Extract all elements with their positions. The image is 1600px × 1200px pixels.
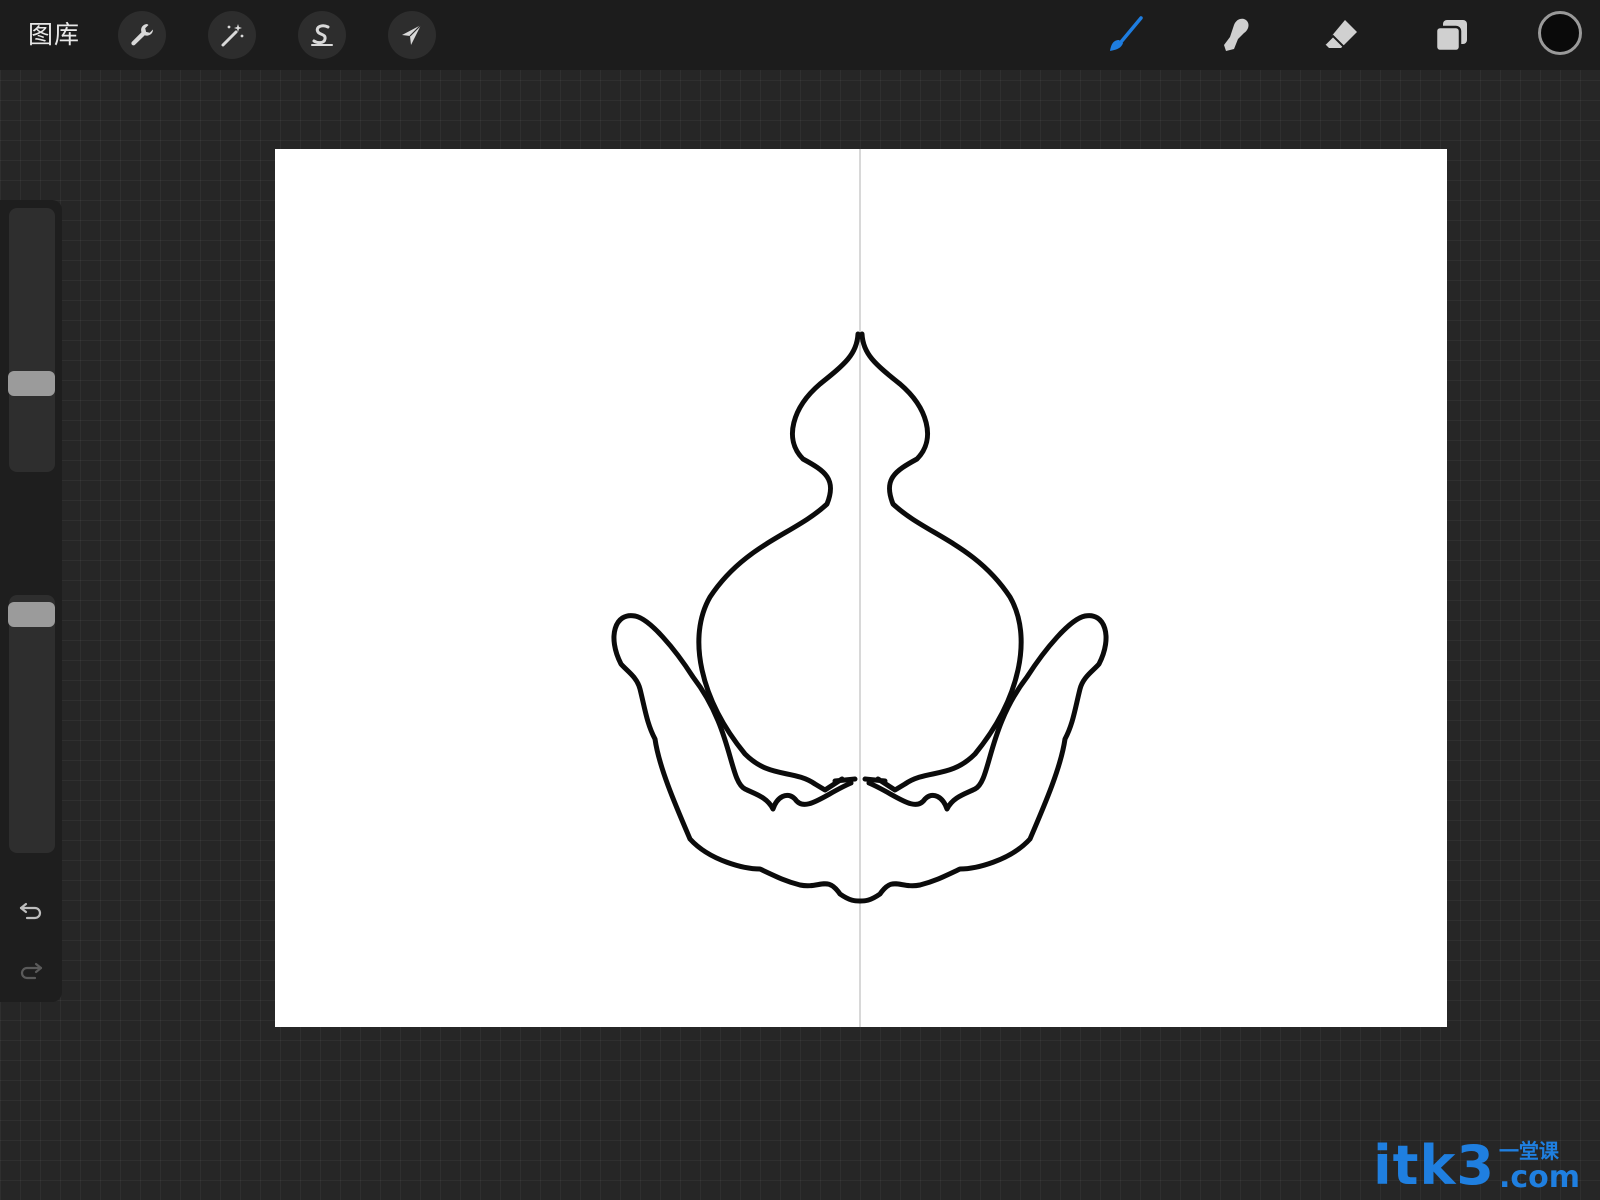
eraser-tool-button[interactable] [1318,12,1364,58]
top-toolbar: 图库 [0,0,1600,70]
selection-button[interactable] [298,11,346,59]
brush-size-slider-thumb[interactable] [8,370,55,396]
opacity-slider[interactable] [9,595,55,853]
opacity-slider-thumb[interactable] [8,601,55,627]
watermark-main-text: itk3 [1373,1134,1495,1197]
wrench-icon [131,24,154,46]
actions-button[interactable] [118,11,166,59]
brush-size-slider[interactable] [9,208,55,472]
adjustments-button[interactable] [208,11,256,59]
layers-button[interactable] [1428,12,1474,58]
selection-s-icon [311,24,333,46]
undo-button[interactable] [14,892,48,926]
color-picker-swatch[interactable] [1538,11,1582,55]
watermark-suffix-text: .com [1498,1160,1580,1195]
drawing-canvas[interactable] [275,149,1447,1027]
transform-button[interactable] [388,11,436,59]
redo-button[interactable] [14,952,48,986]
watermark-sub-text: 一堂课 [1498,1139,1559,1163]
magic-wand-icon [221,24,244,47]
brush-tool-button[interactable] [1102,12,1148,58]
arrow-cursor-icon [402,24,422,45]
gallery-button[interactable]: 图库 [28,17,80,53]
undo-icon [19,902,42,920]
redo-icon [20,962,43,980]
smudge-tool-button[interactable] [1211,12,1257,58]
brush-icon [1110,16,1143,51]
smudge-finger-icon [1224,18,1249,51]
layers-icon [1434,20,1467,53]
left-sidebar [0,200,62,1002]
eraser-icon [1324,20,1357,49]
site-watermark: itk3 一堂课 .com [1373,1134,1580,1194]
